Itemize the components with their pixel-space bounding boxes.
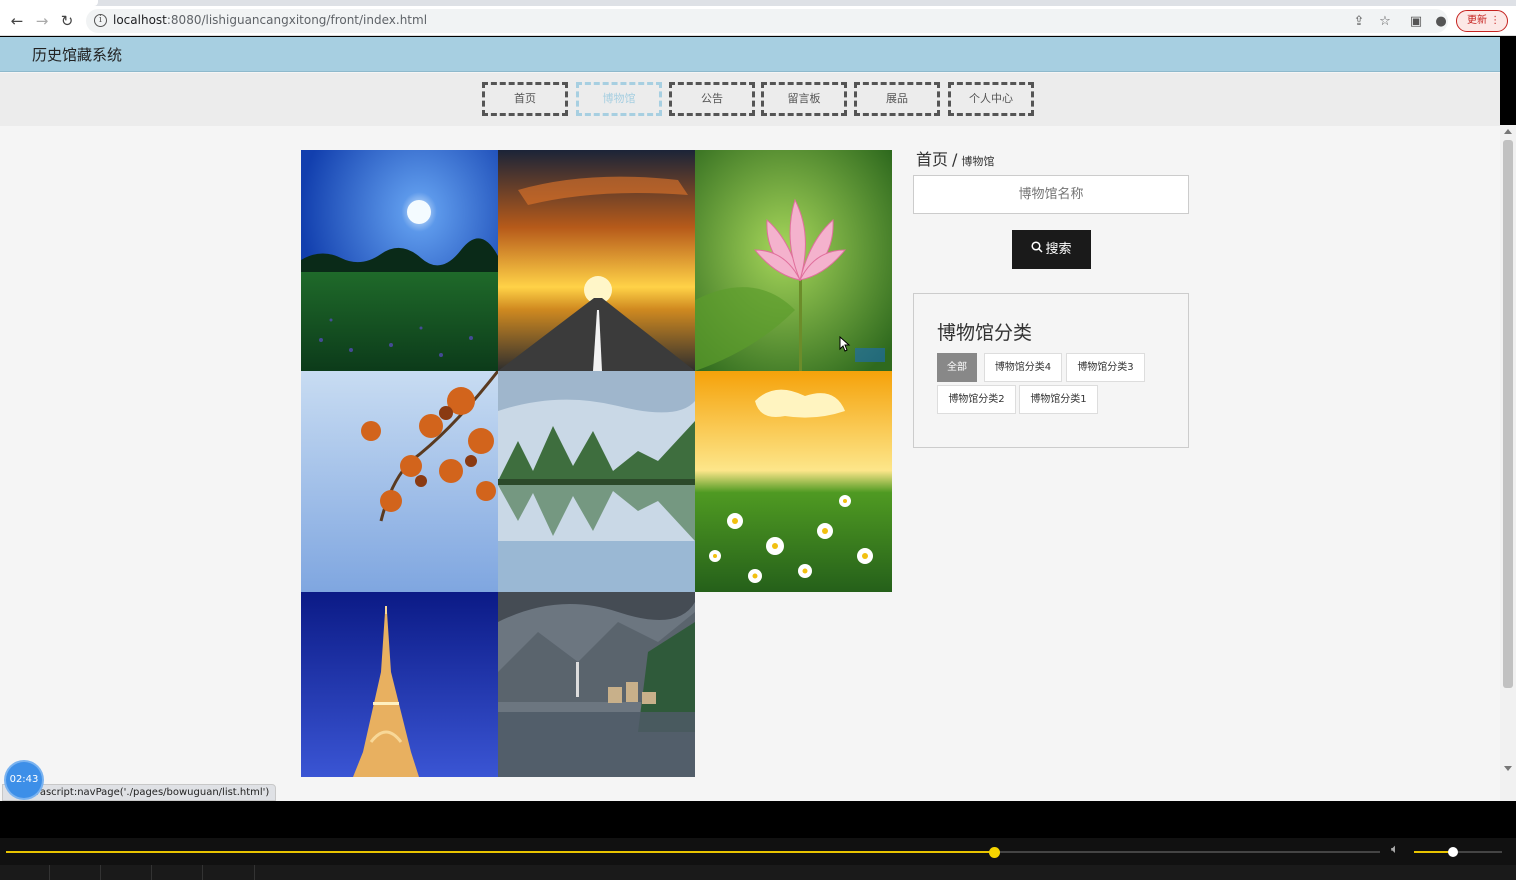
web-page: 历史馆藏系统 首页 博物馆 公告 留言板 展品 个人中心 首页 / 博物馆 博物… bbox=[0, 37, 1500, 801]
back-icon[interactable]: ← bbox=[6, 10, 28, 32]
nav-item-exhibits[interactable]: 展品 bbox=[854, 82, 940, 116]
museum-image-autumn-leaves[interactable] bbox=[301, 371, 498, 592]
category-1-button[interactable]: 博物馆分类1 bbox=[1019, 385, 1098, 414]
search-button-label: 搜索 bbox=[1045, 242, 1072, 257]
recording-timer-badge: 02:43 bbox=[6, 762, 42, 798]
museum-image-daisy-field[interactable] bbox=[695, 371, 892, 592]
nav-item-announcement[interactable]: 公告 bbox=[669, 82, 755, 116]
playback-progress-knob[interactable] bbox=[988, 847, 1000, 858]
volume-fill bbox=[1414, 851, 1453, 853]
category-3-button[interactable]: 博物馆分类3 bbox=[1066, 353, 1145, 382]
address-url[interactable]: localhost:8080/lishiguancangxitong/front… bbox=[113, 13, 427, 27]
museum-image-karst-lake[interactable] bbox=[498, 371, 695, 592]
strip-divider bbox=[151, 865, 152, 880]
museum-image-pink-lotus[interactable] bbox=[695, 150, 892, 371]
breadcrumb: 首页 / 博物馆 bbox=[916, 146, 994, 170]
museum-name-search-input[interactable] bbox=[913, 175, 1189, 214]
share-icon[interactable]: ⇪ bbox=[1350, 13, 1368, 31]
volume-track[interactable] bbox=[1414, 847, 1502, 857]
breadcrumb-home[interactable]: 首页 bbox=[916, 150, 948, 169]
link-status-bar: javascript:navPage('./pages/bowuguan/lis… bbox=[2, 784, 277, 801]
breadcrumb-separator: / bbox=[952, 150, 958, 169]
strip-divider bbox=[202, 865, 203, 880]
scrollbar-thumb[interactable] bbox=[1503, 140, 1513, 688]
browser-toolbar: ← → ↻ i localhost:8080/lishiguancangxito… bbox=[0, 6, 1516, 36]
page-scrollbar[interactable] bbox=[1500, 125, 1516, 801]
nav-item-home[interactable]: 首页 bbox=[482, 82, 568, 116]
video-player: 🔈︎ bbox=[0, 801, 1516, 880]
site-title: 历史馆藏系统 bbox=[32, 46, 123, 64]
address-bar[interactable]: i localhost:8080/lishiguancangxitong/fro… bbox=[86, 9, 1448, 33]
category-2-button[interactable]: 博物馆分类2 bbox=[937, 385, 1016, 414]
strip-divider bbox=[254, 865, 255, 880]
search-icon bbox=[1031, 230, 1044, 269]
forward-icon[interactable]: → bbox=[31, 10, 53, 32]
nav-item-museum[interactable]: 博物馆 bbox=[576, 82, 662, 116]
category-panel: 博物馆分类 全部 博物馆分类4 博物馆分类3 博物馆分类2 博物馆分类1 bbox=[913, 293, 1189, 448]
category-all-button[interactable]: 全部 bbox=[937, 353, 977, 382]
museum-image-mountain-village[interactable] bbox=[498, 592, 695, 777]
category-title: 博物馆分类 bbox=[937, 322, 1033, 344]
volume-speaker-icon[interactable]: 🔈︎ bbox=[1391, 843, 1407, 857]
site-header: 历史馆藏系统 bbox=[0, 37, 1500, 72]
player-bottom-strip bbox=[0, 865, 1516, 880]
site-info-icon[interactable]: i bbox=[94, 14, 107, 27]
nav-item-message-board[interactable]: 留言板 bbox=[761, 82, 847, 116]
reload-icon[interactable]: ↻ bbox=[56, 10, 78, 32]
mouse-cursor-icon bbox=[839, 335, 851, 356]
strip-divider bbox=[100, 865, 101, 880]
main-nav: 首页 博物馆 公告 留言板 展品 个人中心 bbox=[0, 73, 1500, 126]
museum-gallery bbox=[301, 150, 893, 777]
search-button[interactable]: 搜索 bbox=[1012, 230, 1091, 269]
category-4-button[interactable]: 博物馆分类4 bbox=[984, 353, 1062, 382]
screen: ← → ↻ i localhost:8080/lishiguancangxito… bbox=[0, 0, 1516, 880]
scroll-down-icon[interactable] bbox=[1504, 766, 1512, 771]
breadcrumb-current: 博物馆 bbox=[961, 155, 995, 168]
scroll-up-icon[interactable] bbox=[1504, 129, 1512, 134]
museum-image-sunset-road[interactable] bbox=[498, 150, 695, 371]
side-panel-icon[interactable]: ▣ bbox=[1407, 13, 1425, 31]
playback-progress-track[interactable] bbox=[6, 847, 1380, 858]
playback-progress-fill bbox=[6, 851, 994, 853]
volume-knob[interactable] bbox=[1447, 847, 1458, 857]
bookmark-star-icon[interactable]: ☆ bbox=[1376, 13, 1394, 31]
museum-image-moonlit-meadow[interactable] bbox=[301, 150, 498, 371]
browser-update-label: 更新 bbox=[1467, 15, 1487, 26]
nav-item-profile[interactable]: 个人中心 bbox=[948, 82, 1034, 116]
profile-avatar-icon[interactable]: ● bbox=[1432, 13, 1450, 31]
strip-divider bbox=[49, 865, 50, 880]
museum-image-eiffel-tower[interactable] bbox=[301, 592, 498, 777]
browser-update-button[interactable]: 更新 ⋮ bbox=[1456, 10, 1508, 32]
